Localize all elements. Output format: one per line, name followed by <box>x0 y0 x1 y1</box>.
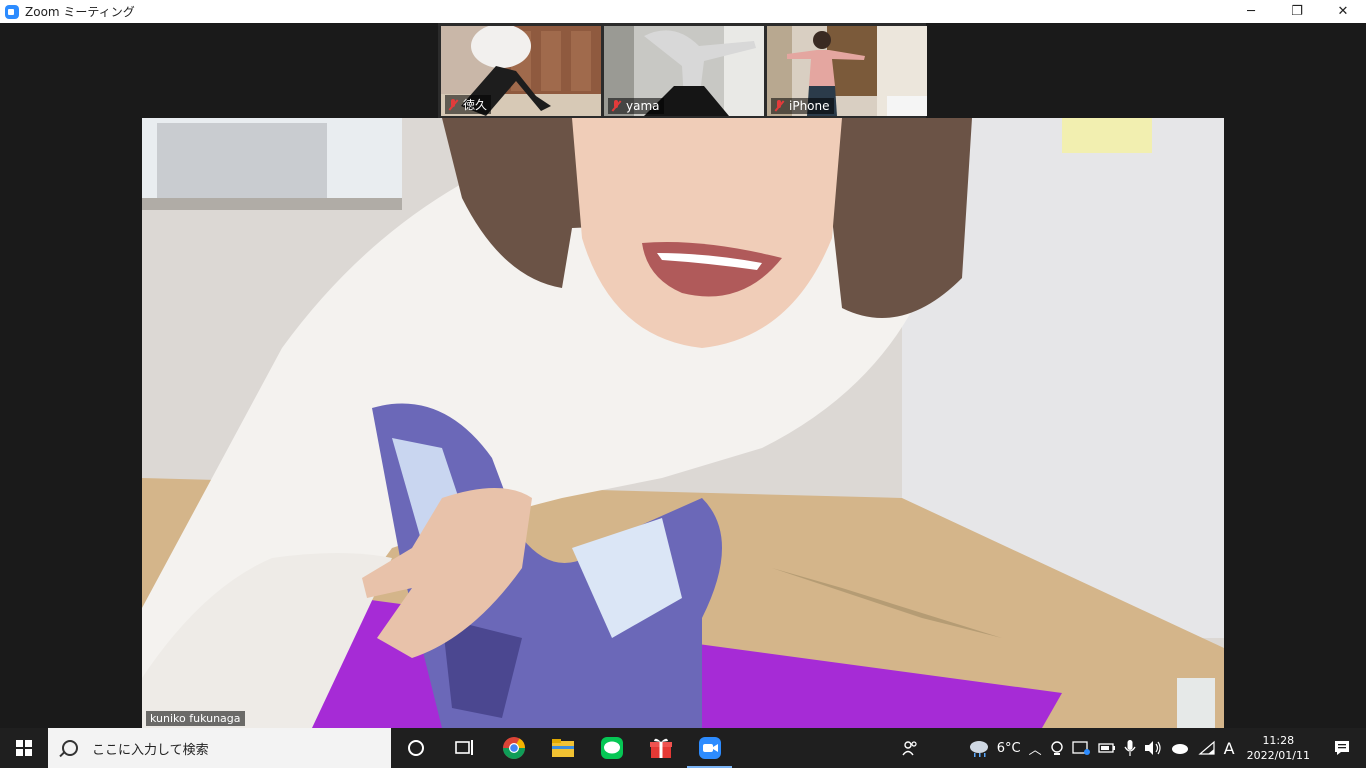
line-app-icon <box>600 737 623 759</box>
speaker-video-frame <box>142 118 1224 728</box>
zoom-app-icon <box>698 737 721 759</box>
start-button[interactable] <box>0 728 48 768</box>
close-button[interactable]: ✕ <box>1320 0 1366 23</box>
participant-tile-1[interactable]: 徳久 <box>441 26 601 116</box>
active-speaker-video[interactable]: kuniko fukunaga <box>142 118 1224 728</box>
participant-name-3: iPhone <box>771 98 834 114</box>
window-controls: ─ ❐ ✕ <box>1228 0 1366 23</box>
tray-network[interactable] <box>1194 728 1220 768</box>
tray-meet-now[interactable] <box>1068 728 1094 768</box>
search-icon <box>62 740 78 756</box>
screen-capture-icon <box>1071 741 1090 755</box>
tray-microphone[interactable] <box>1120 728 1140 768</box>
taskbar-line[interactable] <box>587 728 636 768</box>
cortana-circle-icon <box>407 740 424 756</box>
mic-muted-icon <box>774 100 784 112</box>
taskbar-zoom[interactable] <box>685 728 734 768</box>
ime-indicator[interactable]: A <box>1220 728 1239 768</box>
wifi-icon <box>1198 740 1215 755</box>
people-button[interactable] <box>897 728 923 768</box>
taskbar-search-box[interactable]: ここに入力して検索 <box>48 728 391 768</box>
taskbar-gift-app[interactable] <box>636 728 685 768</box>
folder-icon <box>551 739 574 757</box>
cloud-icon <box>1171 744 1188 754</box>
tray-onedrive[interactable] <box>1166 728 1194 768</box>
window-titlebar: Zoom ミーティング ─ ❐ ✕ <box>0 0 1366 23</box>
tray-camera[interactable] <box>1046 728 1068 768</box>
weather-temperature: 6°C <box>996 740 1021 756</box>
cortana-button[interactable] <box>391 728 440 768</box>
task-view-button[interactable] <box>440 728 489 768</box>
webcam-icon <box>1050 741 1063 755</box>
zoom-app-icon <box>5 4 19 19</box>
speaker-volume-icon <box>1144 741 1161 755</box>
taskbar-chrome[interactable] <box>489 728 538 768</box>
participant-gallery: 徳久 yama iPhone <box>438 23 927 118</box>
speaker-name-label: kuniko fukunaga <box>146 711 245 726</box>
gift-icon <box>649 738 672 758</box>
mic-muted-icon <box>611 100 621 112</box>
search-placeholder: ここに入力して検索 <box>92 742 209 758</box>
action-center-button[interactable] <box>1318 728 1366 768</box>
microphone-icon <box>1124 740 1136 756</box>
system-tray: 6°C ︿ A 11:28 2022/01/11 <box>897 728 1366 768</box>
participant-name-1: 徳久 <box>445 95 492 114</box>
windows-taskbar: ここに入力して検索 6°C ︿ A 11:28 2022/01/11 <box>0 728 1366 768</box>
restore-button[interactable]: ❐ <box>1274 0 1320 23</box>
windows-logo-icon <box>16 740 32 756</box>
minimize-button[interactable]: ─ <box>1228 0 1274 23</box>
rain-cloud-icon <box>969 741 988 757</box>
notification-icon <box>1335 741 1349 755</box>
battery-icon <box>1097 743 1115 753</box>
chrome-icon <box>502 737 525 759</box>
participant-name-2: yama <box>608 98 664 114</box>
tray-volume[interactable] <box>1140 728 1166 768</box>
taskbar-clock[interactable]: 11:28 2022/01/11 <box>1239 733 1318 763</box>
chevron-up-icon: ︿ <box>1028 742 1042 758</box>
window-title: Zoom ミーティング <box>25 5 135 19</box>
participant-tile-2[interactable]: yama <box>604 26 764 116</box>
show-hidden-icons-button[interactable]: ︿ <box>1025 728 1046 768</box>
clock-time: 11:28 <box>1262 734 1295 747</box>
tray-battery[interactable] <box>1094 728 1120 768</box>
taskbar-file-explorer[interactable] <box>538 728 587 768</box>
weather-widget[interactable]: 6°C <box>963 728 1025 768</box>
clock-date: 2022/01/11 <box>1246 749 1310 762</box>
participant-tile-3[interactable]: iPhone <box>767 26 927 116</box>
task-view-icon <box>454 740 473 755</box>
mic-muted-icon <box>448 98 458 111</box>
people-icon <box>902 741 917 756</box>
